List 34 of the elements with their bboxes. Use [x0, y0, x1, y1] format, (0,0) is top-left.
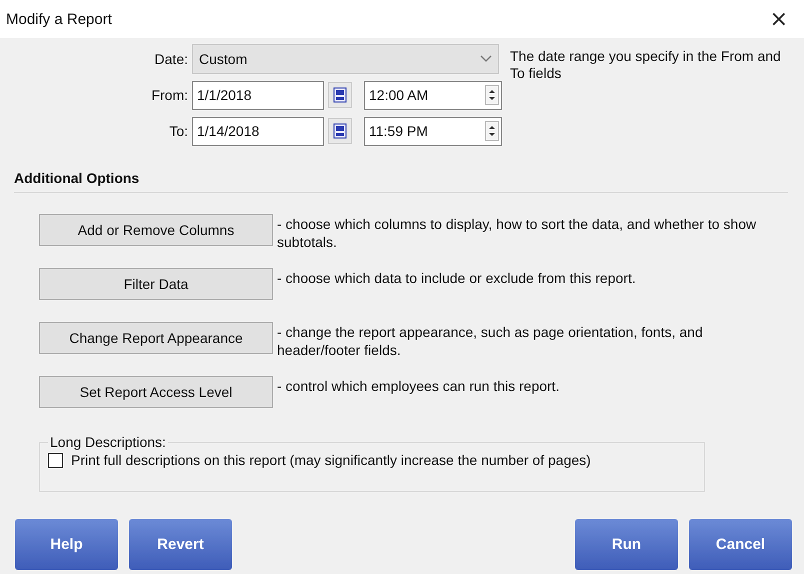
option-button[interactable]: Add or Remove Columns: [39, 214, 273, 246]
window-title: Modify a Report: [6, 10, 112, 28]
date-dropdown[interactable]: Custom: [192, 44, 499, 74]
option-button[interactable]: Filter Data: [39, 268, 273, 300]
calendar-icon: [333, 87, 347, 103]
option-description: - choose which data to include or exclude from this report.: [277, 269, 637, 287]
date-range-hint: The date range you specify in the From and To fields: [510, 48, 782, 83]
option-description: - change the report appearance, such as page orientation, fonts, and header/footer fields.: [277, 323, 704, 359]
checkbox[interactable]: [48, 452, 63, 468]
calendar-button[interactable]: [328, 118, 352, 144]
option-description: - control which employees can run this report.: [277, 377, 560, 395]
range-label: To:: [168, 123, 189, 139]
option-button[interactable]: Set Report Access Level: [39, 376, 273, 408]
calendar-button[interactable]: [328, 82, 352, 108]
footer-button[interactable]: Help: [15, 519, 118, 570]
calendar-icon: [333, 123, 347, 139]
spinner-icon[interactable]: [485, 85, 499, 105]
chevron-down-icon: [480, 55, 492, 63]
range-label: From:: [150, 87, 189, 103]
time-field[interactable]: 11:59 PM: [364, 116, 502, 146]
date-field[interactable]: 1/1/2018: [192, 80, 324, 110]
group-legend: Long Descriptions:: [48, 434, 168, 450]
footer-button[interactable]: Revert: [129, 519, 232, 570]
section-heading: Additional Options: [14, 170, 788, 193]
option-description: - choose which columns to display, how to sort the data, and whether to show subtotals.: [277, 215, 758, 251]
time-field[interactable]: 12:00 AM: [364, 80, 502, 110]
checkbox-label[interactable]: Print full descriptions on this report (may significantly increase the number of pages): [71, 452, 591, 468]
footer-button[interactable]: Cancel: [689, 519, 792, 570]
option-button[interactable]: Change Report Appearance: [39, 322, 273, 354]
date-label: Date:: [154, 51, 189, 67]
footer-button[interactable]: Run: [575, 519, 678, 570]
spinner-icon[interactable]: [485, 121, 499, 141]
close-button[interactable]: ×: [762, 6, 796, 32]
date-field[interactable]: 1/14/2018: [192, 116, 324, 146]
